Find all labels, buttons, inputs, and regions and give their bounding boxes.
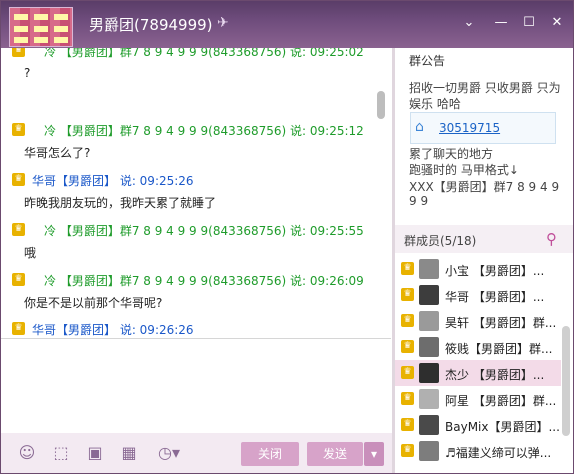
notice-text: 跑骚时的 马甲格式↓ [409, 163, 519, 177]
message-sender: 冷 【男爵团】群7 8 9 4 9 9 9(843368756) 说: 09:2… [44, 48, 364, 59]
chevron-down-icon[interactable]: ⌄ [459, 14, 479, 32]
member-item[interactable]: ♛ 昊轩 【男爵团】群... [395, 308, 561, 334]
member-item[interactable]: ♛ 阿星 【男爵团】群... [395, 386, 561, 412]
message-sender: 冷 【男爵团】群7 8 9 4 9 9 9(843368756) 说: 09:2… [44, 274, 364, 288]
members-header: 群成员(5/18) ⚲ [395, 225, 573, 253]
crown-icon: ♛ [401, 262, 414, 275]
avatar [419, 259, 439, 279]
crown-icon: ♛ [12, 173, 25, 186]
plane-icon[interactable]: ✈ [217, 15, 229, 31]
chat-scrollbar-thumb[interactable] [377, 91, 385, 119]
maximize-icon[interactable]: ☐ [519, 14, 539, 32]
gallery-icon[interactable]: ▦ [119, 443, 139, 463]
members-scrollbar-thumb[interactable] [562, 326, 570, 436]
message-sender: 华哥【男爵团】 说: 09:25:26 [32, 174, 194, 188]
crown-icon: ♛ [12, 48, 25, 57]
send-options-button[interactable]: ▾ [364, 442, 384, 466]
history-icon[interactable]: ◷▾ [153, 443, 185, 463]
avatar [419, 389, 439, 409]
crown-icon: ♛ [401, 444, 414, 457]
notice-text: 娱乐 哈哈 [409, 97, 461, 111]
crown-icon: ♛ [401, 392, 414, 405]
member-item[interactable]: ♛ ♬福建义缔可以弹... [395, 438, 561, 464]
message-sender: 华哥【男爵团】 说: 09:26:26 [32, 323, 194, 337]
crown-icon: ♛ [401, 314, 414, 327]
member-name: 华哥 【男爵团】... [445, 290, 545, 304]
title-bar: 男爵团(7894999) ✈ ⌄ — ☐ ✕ [1, 1, 573, 48]
crown-icon: ♛ [401, 288, 414, 301]
crown-icon: ♛ [12, 123, 25, 136]
avatar [419, 285, 439, 305]
window-title: 男爵团(7894999) [89, 16, 213, 34]
member-name: ♬福建义缔可以弹... [445, 446, 552, 460]
member-name: 小宝 【男爵团】... [445, 264, 545, 278]
notice-text: 9 9 [409, 194, 429, 208]
member-item[interactable]: ♛ 小宝 【男爵团】... [395, 256, 561, 282]
message-list[interactable]: ♛ 冷 【男爵团】群7 8 9 4 9 9 9(843368756) 说: 09… [1, 48, 391, 338]
crown-icon: ♛ [401, 418, 414, 431]
message-text: ? [24, 66, 31, 80]
image-icon[interactable]: ▣ [85, 443, 105, 463]
member-item[interactable]: ♛ 华哥 【男爵团】... [395, 282, 561, 308]
message-input[interactable] [1, 339, 391, 433]
member-name: 阿星 【男爵团】群... [445, 394, 557, 408]
close-button[interactable]: 关闭 [241, 442, 299, 466]
group-avatar[interactable] [9, 7, 73, 47]
minimize-icon[interactable]: — [491, 14, 511, 32]
close-icon[interactable]: ✕ [547, 14, 567, 32]
crown-icon: ♛ [12, 322, 25, 335]
message-text: 华哥怎么了? [24, 146, 91, 160]
avatar [419, 363, 439, 383]
members-title: 群成员(5/18) [404, 234, 477, 248]
member-name: 昊轩 【男爵团】群... [445, 316, 557, 330]
avatar [419, 311, 439, 331]
right-panel: 群公告 招收一切男爵 只收男爵 只为 娱乐 哈哈 ⌂ 30519715 累了聊天… [395, 48, 573, 473]
member-item[interactable]: ♛ BayMix【男爵团】... [395, 412, 561, 438]
emoji-icon[interactable]: ☺ [17, 443, 37, 463]
member-name: BayMix【男爵团】... [445, 420, 559, 434]
send-button[interactable]: 发送 [307, 442, 363, 466]
qq-link-box: ⌂ 30519715 [410, 112, 556, 144]
message-text: 哦 [24, 246, 37, 260]
notice-text: XXX【男爵团】群7 8 9 4 9 [409, 180, 560, 194]
chat-window: 男爵团(7894999) ✈ ⌄ — ☐ ✕ ♛ 冷 【男爵团】群7 8 9 4… [0, 0, 574, 474]
message-sender: 冷 【男爵团】群7 8 9 4 9 9 9(843368756) 说: 09:2… [44, 224, 364, 238]
notice-title: 群公告 [409, 54, 446, 68]
member-item[interactable]: ♛ 杰少 【男爵团】... [395, 360, 561, 386]
house-icon: ⌂ [415, 119, 424, 135]
notice-text: 累了聊天的地方 [409, 147, 494, 161]
screenshot-icon[interactable]: ⬚ [51, 443, 71, 463]
message-text: 你是不是以前那个华哥呢? [24, 296, 163, 310]
crown-icon: ♛ [12, 223, 25, 236]
search-icon[interactable]: ⚲ [546, 230, 564, 248]
member-item[interactable]: ♛ 筱贱【男爵团】群... [395, 334, 561, 360]
avatar [419, 415, 439, 435]
crown-icon: ♛ [401, 340, 414, 353]
member-name: 杰少 【男爵团】... [445, 368, 545, 382]
crown-icon: ♛ [401, 366, 414, 379]
message-text: 昨晚我朋友玩的，我昨天累了就睡了 [24, 196, 217, 210]
crown-icon: ♛ [12, 273, 25, 286]
member-name: 筱贱【男爵团】群... [445, 342, 553, 356]
qq-link[interactable]: 30519715 [439, 121, 500, 135]
notice-text: 招收一切男爵 只收男爵 只为 [409, 81, 561, 95]
avatar [419, 441, 439, 461]
message-sender: 冷 【男爵团】群7 8 9 4 9 9 9(843368756) 说: 09:2… [44, 124, 364, 138]
avatar [419, 337, 439, 357]
